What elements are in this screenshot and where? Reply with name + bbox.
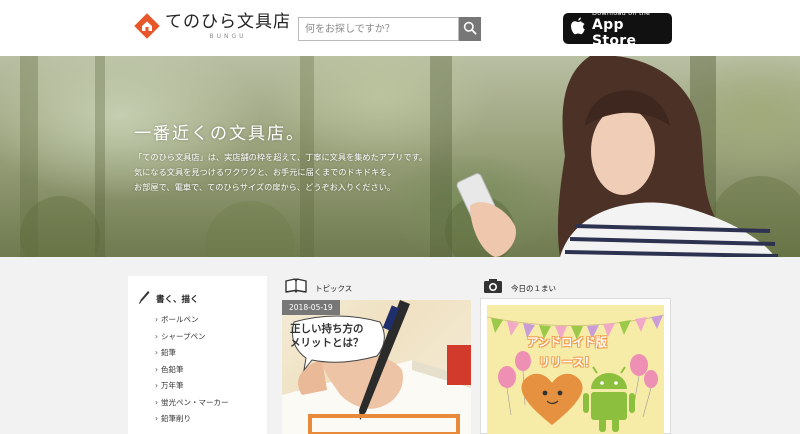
category-list: › ボールペン › シャープペン › 鉛筆 › 色鉛筆 › 万年筆 › 蛍光ペン・マーカー … [155,312,229,428]
book-icon [285,278,307,298]
category-item-ballpoint[interactable]: › ボールペン [155,312,229,329]
hero-line: 「てのひら文具店」は、実店舗の枠を超えて、丁寧に文具を集めたアプリです。 [134,152,428,162]
chevron-right-icon: › [155,315,158,324]
category-item-colored-pencil[interactable]: › 色鉛筆 [155,362,229,379]
today-caption-line: アンドロイド版 [527,335,608,349]
category-item-highlighter[interactable]: › 蛍光ペン・マーカー [155,395,229,412]
topic-image [282,300,471,434]
search-input[interactable] [298,17,459,41]
today-heading-label: 今日の１まい [511,283,556,293]
hero-line: 気になる文具を見つけるワクワクと、お手元に届くまでのドキドキを。 [134,167,396,177]
category-item-mechanical-pencil[interactable]: › シャープペン [155,329,229,346]
site-logo[interactable]: てのひら文具店 BUNGU [134,12,291,40]
topic-bubble-line: 正しい持ち方の [290,323,364,335]
camera-icon [483,278,503,298]
category-item-pencil[interactable]: › 鉛筆 [155,345,229,362]
category-item-sharpener[interactable]: › 鉛筆削り [155,411,229,428]
chevron-right-icon: › [155,331,158,341]
site-header: てのひら文具店 BUNGU Download on the App Store [0,0,800,56]
today-caption: アンドロイド版 リリース！ [527,332,607,372]
today-card[interactable]: アンドロイド版 リリース！ [480,298,671,434]
category-heading-label: 書く、描く [156,294,199,305]
category-heading: 書く、描く [138,289,199,308]
category-item-label: 鉛筆 [161,348,176,357]
category-sidebar: 書く、描く › ボールペン › シャープペン › 鉛筆 › 色鉛筆 › 万年筆 › 蛍光ペン… [128,276,267,434]
chevron-right-icon: › [155,414,158,423]
search-icon [463,20,477,39]
pen-icon [138,289,150,308]
topic-card[interactable]: 2018-05-19 正しい持ち方の メリットとは？ [282,300,471,434]
apple-icon [570,17,586,40]
category-item-label: 色鉛筆 [161,364,184,374]
category-item-label: 鉛筆削り [161,414,191,423]
logo-title: てのひら文具店 [165,12,291,32]
app-store-big-text: App Store [592,16,637,49]
topic-bubble-line: メリットとは？ [290,337,364,349]
chevron-right-icon: › [155,397,158,407]
app-store-small-text: Download on the [592,8,651,17]
search-button[interactable] [459,17,481,41]
topics-heading-label: トピックス [315,283,353,293]
today-image: アンドロイド版 リリース！ [487,305,664,434]
today-heading: 今日の１まい [483,278,556,298]
search-bar [298,17,481,41]
hero-banner: 一番近くの文具店。 「てのひら文具店」は、実店舗の枠を超えて、丁寧に文具を集めた… [0,56,800,257]
topic-bubble-text: 正しい持ち方の メリットとは？ [290,322,364,350]
chevron-right-icon: › [155,348,158,357]
category-item-fountain-pen[interactable]: › 万年筆 [155,378,229,395]
hero-line: お部屋で、電車で、てのひらサイズの扉から、どうぞお入りください。 [134,182,396,192]
category-item-label: ボールペン [161,315,199,324]
category-item-label: 万年筆 [161,381,184,390]
house-logo-icon [134,13,160,39]
category-item-label: シャープペン [161,331,206,341]
chevron-right-icon: › [155,364,158,374]
hero-headline: 一番近くの文具店。 [134,124,305,144]
chevron-right-icon: › [155,381,158,390]
topic-date-badge: 2018-05-19 [282,300,340,315]
hero-description: 「てのひら文具店」は、実店舗の枠を超えて、丁寧に文具を集めたアプリです。 気にな… [134,150,427,195]
app-store-button[interactable]: Download on the App Store [563,9,672,49]
topics-heading: トピックス [285,278,352,298]
category-item-label: 蛍光ペン・マーカー [161,397,229,407]
logo-subtitle: BUNGU [209,33,247,40]
today-caption-line: リリース！ [538,355,596,369]
